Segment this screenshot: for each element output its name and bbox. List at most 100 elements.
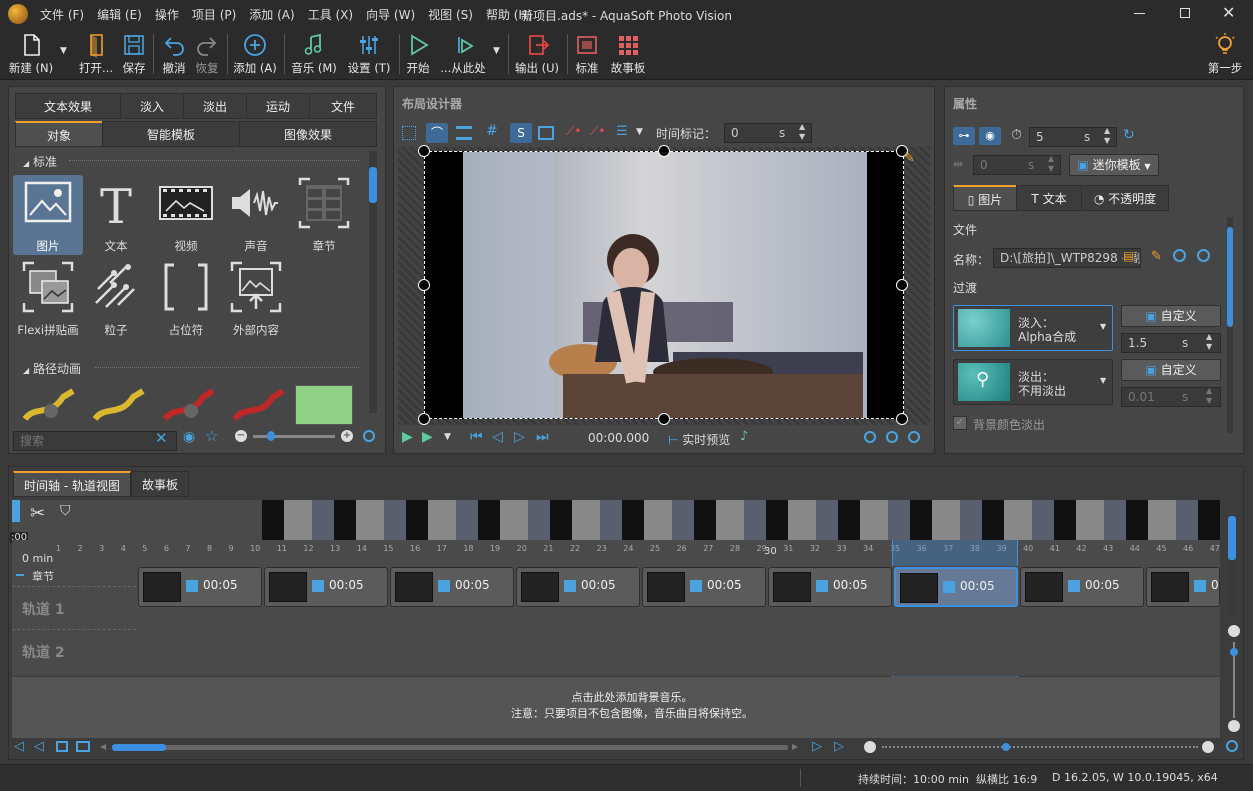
- spin-arrows-icon[interactable]: ▲ ▼: [1048, 154, 1054, 174]
- browse-file-icon[interactable]: ▤: [1123, 249, 1135, 263]
- music-button[interactable]: 音乐 (M): [288, 32, 340, 78]
- app-logo-icon[interactable]: [8, 4, 28, 24]
- timeline-clip-selected[interactable]: 00:05: [894, 567, 1018, 607]
- menu-project[interactable]: 项目 (P): [192, 6, 236, 23]
- previous-icon[interactable]: ⏮: [470, 429, 483, 445]
- output-button[interactable]: 输出 (U): [512, 32, 562, 78]
- hscroll-right-icon[interactable]: ▶: [792, 742, 798, 751]
- resize-handle-ml[interactable]: [418, 279, 430, 291]
- tab-motion[interactable]: 运动: [246, 93, 310, 119]
- prop-tab-image[interactable]: ▯ 图片: [953, 185, 1017, 211]
- marker-icon[interactable]: ⛉: [60, 503, 71, 519]
- play-icon[interactable]: ▶: [402, 429, 413, 445]
- curve-tool-icon[interactable]: S: [510, 123, 532, 143]
- resize-handle-tm[interactable]: [658, 145, 670, 157]
- object-image[interactable]: 图片: [13, 175, 83, 255]
- eye-icon[interactable]: ◉: [183, 429, 195, 445]
- play-options-dropdown-icon[interactable]: ▼: [444, 432, 451, 442]
- spin-arrows-icon[interactable]: ▲ ▼: [799, 122, 805, 142]
- timeline-clip[interactable]: 00:05: [1020, 567, 1144, 607]
- object-chapter[interactable]: 章节: [289, 175, 359, 255]
- grid-tool-icon[interactable]: #: [486, 123, 498, 139]
- go-end-icon[interactable]: ▷: [834, 739, 844, 754]
- tab-fade-in[interactable]: 淡入: [120, 93, 184, 119]
- close-icon[interactable]: ✕: [1222, 3, 1235, 22]
- minimize-icon[interactable]: [1134, 13, 1145, 14]
- fade-out-selector[interactable]: ⚲ 淡出： 不用淡出 ▼: [953, 359, 1113, 405]
- step-forward-icon[interactable]: ▷: [514, 429, 525, 445]
- step-forward-icon[interactable]: ▷: [812, 739, 822, 754]
- chapter-collapse-icon[interactable]: [16, 574, 24, 576]
- visibility-toggle-icon[interactable]: ◉: [979, 127, 1001, 145]
- path-anim-yellow-scale[interactable]: [21, 383, 81, 425]
- tab-timeline-track-view[interactable]: 时间轴 - 轨道视图: [13, 471, 131, 497]
- new-dropdown-icon[interactable]: ▼: [60, 46, 67, 56]
- motion2-tool-icon[interactable]: ⟋•: [590, 124, 605, 139]
- secondary-duration-input[interactable]: 0 s ▲ ▼: [973, 154, 1061, 175]
- timeline-clip[interactable]: 00:05: [516, 567, 640, 607]
- bg-fade-checkbox[interactable]: ✓: [953, 416, 967, 430]
- menu-view[interactable]: 视图 (S): [428, 6, 473, 23]
- object-flexi-collage[interactable]: Flexi拼贴画: [13, 259, 83, 339]
- preview-zoom-fit-icon[interactable]: [886, 431, 898, 443]
- fade-out-custom-button[interactable]: ▣ 自定义: [1121, 359, 1221, 381]
- fade-in-selector[interactable]: 淡入： Alpha合成 ▼: [953, 305, 1113, 351]
- edit-pencil-icon[interactable]: ✎: [904, 151, 915, 166]
- fit-view-icon[interactable]: [56, 741, 68, 752]
- section-standard[interactable]: ◢ 标准: [23, 153, 57, 170]
- timeline-zoom-handle[interactable]: [1002, 743, 1010, 751]
- track-zoom-out-icon[interactable]: [1228, 625, 1240, 637]
- preview-zoom-out-icon[interactable]: [864, 431, 876, 443]
- cut-icon[interactable]: ✂: [30, 503, 45, 524]
- timeline-zoom-reset-icon[interactable]: [1226, 740, 1238, 752]
- path-anim-red[interactable]: [231, 383, 291, 425]
- section-path-animation[interactable]: ◢ 路径动画: [23, 360, 81, 377]
- tab-text-effects[interactable]: 文本效果: [15, 93, 121, 119]
- menu-file[interactable]: 文件 (F): [40, 6, 84, 23]
- zoom-slider-handle[interactable]: [267, 431, 275, 441]
- spin-arrows-icon[interactable]: ▲ ▼: [1206, 386, 1212, 406]
- next-icon[interactable]: ⏭: [536, 429, 549, 445]
- star-icon[interactable]: ☆: [205, 427, 218, 445]
- object-text[interactable]: T 文本: [81, 175, 151, 255]
- list-dropdown-icon[interactable]: ▼: [636, 127, 643, 137]
- spin-arrows-icon[interactable]: ▲ ▼: [1104, 126, 1110, 146]
- zoom-out-icon[interactable]: −: [235, 430, 247, 442]
- resize-handle-mr[interactable]: [896, 279, 908, 291]
- step-back-icon[interactable]: ◁: [492, 429, 503, 445]
- select-tool-icon[interactable]: [402, 126, 416, 140]
- track-zoom-handle[interactable]: [1230, 648, 1238, 656]
- screen-icon[interactable]: [76, 741, 90, 752]
- path-tool-icon[interactable]: ⌒: [426, 123, 448, 143]
- start-button[interactable]: 开始: [402, 32, 434, 78]
- timeline-hscroll-thumb[interactable]: [112, 744, 166, 751]
- preview-canvas[interactable]: [418, 145, 908, 425]
- object-placeholder[interactable]: 占位符: [151, 259, 221, 339]
- prop-tab-opacity[interactable]: ◔ 不透明度: [1081, 185, 1169, 211]
- menu-tools[interactable]: 工具 (X): [308, 6, 353, 23]
- prop-tab-text[interactable]: T 文本: [1016, 185, 1082, 211]
- spin-arrows-icon[interactable]: ▲ ▼: [1206, 332, 1212, 352]
- library-scroll-thumb[interactable]: [369, 167, 377, 203]
- rotate-left-icon[interactable]: [1173, 249, 1186, 262]
- fade-in-custom-button[interactable]: ▣ 自定义: [1121, 305, 1221, 327]
- object-external-content[interactable]: 外部内容: [221, 259, 291, 339]
- props-scroll-thumb[interactable]: [1227, 227, 1233, 327]
- fade-out-duration-input[interactable]: 0.01 s ▲ ▼: [1121, 386, 1221, 407]
- settings-button[interactable]: 设置 (T): [344, 32, 394, 78]
- menu-help[interactable]: 帮助 (H): [486, 6, 532, 23]
- menu-action[interactable]: 操作: [155, 6, 179, 23]
- play-dropdown-icon[interactable]: ▼: [493, 46, 500, 56]
- go-start-icon[interactable]: ◁: [14, 739, 24, 754]
- hscroll-left-icon[interactable]: ◀: [100, 742, 106, 751]
- motion-tool-icon[interactable]: ⟋•: [566, 124, 581, 139]
- maximize-icon[interactable]: [1180, 8, 1190, 18]
- resize-handle-bl[interactable]: [418, 413, 430, 425]
- marker-handle-icon[interactable]: [12, 500, 20, 522]
- search-input[interactable]: [13, 431, 177, 451]
- timeline-clip[interactable]: 00:05: [138, 567, 262, 607]
- standard-view-button[interactable]: 标准: [571, 32, 603, 78]
- path-anim-map[interactable]: [295, 385, 353, 425]
- clear-search-icon[interactable]: ✕: [155, 429, 168, 447]
- timeline-clip[interactable]: 00:05: [390, 567, 514, 607]
